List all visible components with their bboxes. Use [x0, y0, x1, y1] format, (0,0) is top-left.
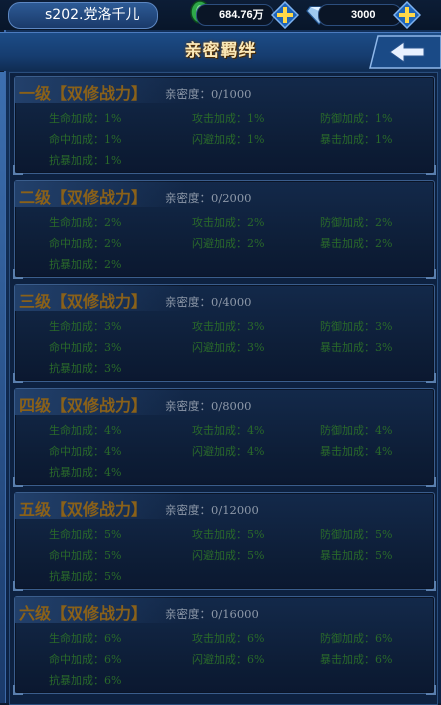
stat-dodge: 闪避加成：5%: [192, 549, 265, 562]
stat-crit-resist: 抗暴加成：4%: [49, 466, 122, 479]
stat-defense: 防御加成：2%: [320, 216, 393, 229]
level-title: 四级【双修战力】: [19, 396, 148, 415]
stat-dodge: 闪避加成：2%: [192, 237, 265, 250]
stat-crit: 暴击加成：2%: [320, 237, 393, 250]
intimacy-progress: 亲密度：0/1000: [165, 87, 252, 101]
level-title: 二级【双修战力】: [19, 188, 148, 207]
intimacy-progress: 亲密度：0/8000: [165, 399, 252, 413]
stat-crit-resist: 抗暴加成：1%: [49, 154, 122, 167]
stat-attack: 攻击加成：2%: [192, 216, 265, 229]
stat-crit-resist: 抗暴加成：2%: [49, 258, 122, 271]
stat-crit: 暴击加成：6%: [320, 653, 393, 666]
level-title: 一级【双修战力】: [19, 84, 148, 103]
stat-hp: 生命加成：6%: [49, 632, 122, 645]
stat-accuracy: 命中加成：5%: [49, 549, 122, 562]
stat-defense: 防御加成：3%: [320, 320, 393, 333]
stat-defense: 防御加成：4%: [320, 424, 393, 437]
stat-hp: 生命加成：5%: [49, 528, 122, 541]
stat-crit: 暴击加成：3%: [320, 341, 393, 354]
stat-accuracy: 命中加成：6%: [49, 653, 122, 666]
stat-accuracy: 命中加成：4%: [49, 445, 122, 458]
stat-crit: 暴击加成：4%: [320, 445, 393, 458]
stat-attack: 攻击加成：1%: [192, 112, 265, 125]
stat-dodge: 闪避加成：1%: [192, 133, 265, 146]
player-name[interactable]: s202.党洛千儿: [8, 2, 158, 29]
stat-defense: 防御加成：6%: [320, 632, 393, 645]
panel-edge: [0, 72, 5, 703]
stat-defense: 防御加成：5%: [320, 528, 393, 541]
add-diamond-button[interactable]: [393, 1, 421, 29]
jade-amount: 684.76万: [196, 4, 274, 26]
stat-attack: 攻击加成：5%: [192, 528, 265, 541]
stat-hp: 生命加成：4%: [49, 424, 122, 437]
back-button[interactable]: [368, 34, 441, 70]
intimacy-progress: 亲密度：0/4000: [165, 295, 252, 309]
stat-attack: 攻击加成：4%: [192, 424, 265, 437]
stat-accuracy: 命中加成：3%: [49, 341, 122, 354]
stat-crit-resist: 抗暴加成：5%: [49, 570, 122, 583]
stat-dodge: 闪避加成：6%: [192, 653, 265, 666]
stat-attack: 攻击加成：6%: [192, 632, 265, 645]
stat-attack: 攻击加成：3%: [192, 320, 265, 333]
intimacy-progress: 亲密度：0/12000: [165, 503, 259, 517]
level-card-6: 六级【双修战力】 亲密度：0/16000 生命加成：6% 攻击加成：6% 防御加…: [13, 596, 436, 695]
level-card-5: 五级【双修战力】 亲密度：0/12000 生命加成：5% 攻击加成：5% 防御加…: [13, 492, 436, 591]
level-card-3: 三级【双修战力】 亲密度：0/4000 生命加成：3% 攻击加成：3% 防御加成…: [13, 284, 436, 383]
level-card-2: 二级【双修战力】 亲密度：0/2000 生命加成：2% 攻击加成：2% 防御加成…: [13, 180, 436, 279]
stat-hp: 生命加成：2%: [49, 216, 122, 229]
level-title: 六级【双修战力】: [19, 604, 148, 623]
level-title: 五级【双修战力】: [19, 500, 148, 519]
stat-accuracy: 命中加成：1%: [49, 133, 122, 146]
intimacy-progress: 亲密度：0/2000: [165, 191, 252, 205]
stat-crit-resist: 抗暴加成：6%: [49, 674, 122, 687]
add-jade-button[interactable]: [271, 1, 299, 29]
stat-crit: 暴击加成：5%: [320, 549, 393, 562]
stat-dodge: 闪避加成：4%: [192, 445, 265, 458]
intimacy-progress: 亲密度：0/16000: [165, 607, 259, 621]
diamond-amount: 3000: [318, 4, 402, 26]
stat-crit: 暴击加成：1%: [320, 133, 393, 146]
level-card-1: 一级【双修战力】 亲密度：0/1000 生命加成：1% 攻击加成：1% 防御加成…: [13, 76, 436, 175]
stat-crit-resist: 抗暴加成：3%: [49, 362, 122, 375]
stat-accuracy: 命中加成：2%: [49, 237, 122, 250]
stat-dodge: 闪避加成：3%: [192, 341, 265, 354]
stat-defense: 防御加成：1%: [320, 112, 393, 125]
stat-hp: 生命加成：3%: [49, 320, 122, 333]
level-title: 三级【双修战力】: [19, 292, 148, 311]
level-card-4: 四级【双修战力】 亲密度：0/8000 生命加成：4% 攻击加成：4% 防御加成…: [13, 388, 436, 487]
stat-hp: 生命加成：1%: [49, 112, 122, 125]
